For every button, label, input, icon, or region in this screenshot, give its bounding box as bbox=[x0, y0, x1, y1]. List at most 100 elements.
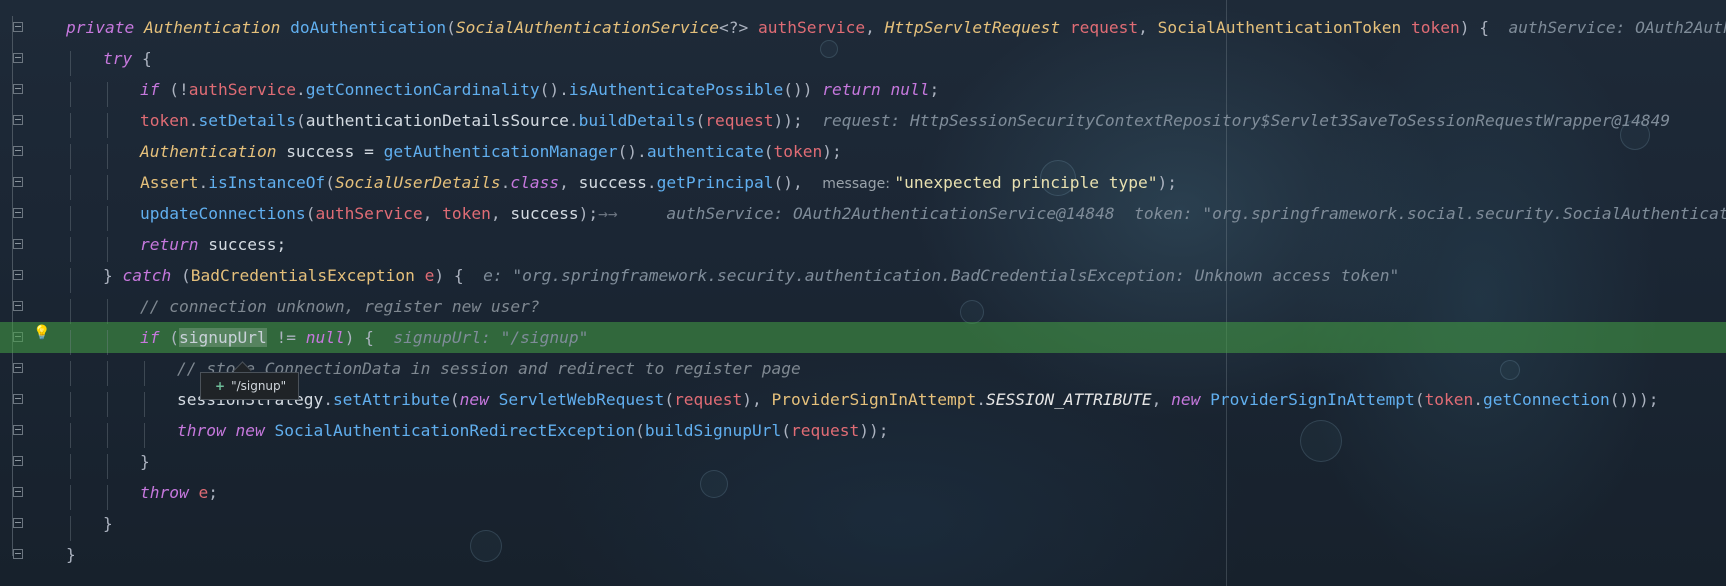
indent-guide bbox=[70, 237, 71, 262]
fold-marker-icon[interactable] bbox=[13, 301, 23, 311]
code-token: { bbox=[141, 49, 152, 68]
fold-marker-icon[interactable] bbox=[13, 394, 23, 404]
code-token: ; bbox=[208, 483, 218, 502]
code-token: isInstanceOf bbox=[208, 173, 326, 192]
indent-guide bbox=[107, 144, 108, 169]
code-token: if bbox=[140, 328, 170, 347]
code-token: authenticate bbox=[646, 142, 764, 161]
fold-marker-icon[interactable] bbox=[13, 53, 23, 63]
code-token: ( bbox=[763, 142, 774, 161]
fold-marker-icon[interactable] bbox=[13, 270, 23, 280]
code-token: ; bbox=[929, 80, 940, 99]
code-token: return bbox=[822, 80, 891, 99]
code-token: success bbox=[578, 173, 647, 192]
indent-guide bbox=[70, 82, 71, 107]
indent-guide bbox=[70, 392, 71, 417]
inline-debug-value: authService: OAuth2AuthenticationService… bbox=[1508, 18, 1726, 37]
code-token: } bbox=[103, 514, 113, 533]
code-token: throw bbox=[140, 483, 199, 502]
indent-guide bbox=[70, 299, 71, 324]
fold-marker-icon[interactable] bbox=[13, 208, 23, 218]
code-token: . bbox=[323, 390, 333, 409]
indent-guide bbox=[144, 361, 145, 386]
code-token: ) { bbox=[434, 266, 484, 285]
indent-guide bbox=[70, 423, 71, 448]
code-token: , bbox=[490, 204, 511, 223]
code-token: ); bbox=[822, 142, 842, 161]
debug-value-tooltip[interactable]: + "/signup" bbox=[200, 372, 300, 400]
code-token: Assert bbox=[140, 173, 199, 192]
fold-marker-icon[interactable] bbox=[13, 177, 23, 187]
code-token: . bbox=[568, 111, 579, 130]
code-token: SESSION_ATTRIBUTE bbox=[985, 390, 1152, 409]
indent-guide bbox=[70, 144, 71, 169]
code-token: try bbox=[103, 49, 142, 68]
code-token: request bbox=[674, 390, 743, 409]
fold-marker-icon[interactable] bbox=[13, 549, 23, 559]
code-token: . bbox=[1473, 390, 1484, 409]
indent-guide bbox=[107, 206, 108, 231]
indent-guide bbox=[70, 516, 71, 541]
code-token: ), bbox=[742, 390, 772, 409]
indent-guide bbox=[107, 237, 108, 262]
editor-gutter[interactable] bbox=[0, 0, 60, 586]
code-token: ( bbox=[695, 111, 706, 130]
code-token: ( bbox=[325, 173, 335, 192]
indent-guide bbox=[70, 175, 71, 200]
code-token: } bbox=[140, 452, 150, 471]
code-token: authService bbox=[315, 204, 423, 223]
fold-marker-icon[interactable] bbox=[13, 518, 23, 528]
indent-guide bbox=[70, 206, 71, 231]
fold-marker-icon[interactable] bbox=[13, 115, 23, 125]
code-token: . bbox=[500, 173, 511, 192]
code-token: setDetails bbox=[198, 111, 296, 130]
fold-marker-icon[interactable] bbox=[13, 487, 23, 497]
indent-guide bbox=[70, 51, 71, 76]
code-token: } bbox=[66, 545, 76, 564]
fold-marker-icon[interactable] bbox=[13, 456, 23, 466]
code-token: ); bbox=[1157, 173, 1178, 192]
code-token: isAuthenticatePossible bbox=[568, 80, 784, 99]
code-token: new bbox=[1171, 390, 1211, 409]
code-token: ( bbox=[169, 328, 179, 347]
code-token: request bbox=[1069, 18, 1139, 37]
code-token: authService bbox=[757, 18, 866, 37]
background-bubble bbox=[1300, 420, 1342, 462]
code-token: throw bbox=[177, 421, 236, 440]
fold-marker-icon[interactable] bbox=[13, 22, 23, 32]
fold-marker-icon[interactable] bbox=[13, 84, 23, 94]
lightbulb-icon[interactable]: 💡 bbox=[33, 326, 50, 340]
code-token: buildSignupUrl bbox=[644, 421, 782, 440]
code-token: Authentication bbox=[143, 18, 291, 37]
indent-guide bbox=[107, 454, 108, 479]
indent-guide bbox=[70, 268, 71, 293]
background-bubble bbox=[470, 530, 502, 562]
code-token: success = bbox=[286, 142, 384, 161]
indent-guide bbox=[70, 454, 71, 479]
indent-guide bbox=[144, 423, 145, 448]
fold-marker-icon[interactable] bbox=[13, 363, 23, 373]
code-token: ()) bbox=[783, 80, 823, 99]
code-token: , bbox=[1151, 390, 1172, 409]
indent-guide bbox=[107, 299, 108, 324]
indent-guide bbox=[70, 485, 71, 510]
code-token: class bbox=[510, 173, 560, 192]
code-token: ( bbox=[305, 204, 316, 223]
code-token: getPrincipal bbox=[656, 173, 774, 192]
code-token: )); bbox=[859, 421, 889, 440]
code-token: e bbox=[198, 483, 209, 502]
code-token: , bbox=[865, 18, 885, 37]
code-token: setAttribute bbox=[332, 390, 450, 409]
fold-marker-icon[interactable] bbox=[13, 239, 23, 249]
indent-guide bbox=[107, 361, 108, 386]
fold-marker-icon[interactable] bbox=[13, 425, 23, 435]
indent-guide bbox=[107, 392, 108, 417]
code-token: message: bbox=[822, 176, 895, 192]
fold-marker-icon[interactable] bbox=[13, 146, 23, 156]
code-line[interactable]: if (signupUrl != null) { signupUrl: "/si… bbox=[0, 322, 1726, 353]
code-editor[interactable]: private Authentication doAuthentication(… bbox=[0, 0, 1726, 586]
indent-guide bbox=[70, 330, 71, 355]
gutter-fold-line bbox=[12, 16, 13, 556]
code-token: token bbox=[1410, 18, 1460, 37]
plus-icon[interactable]: + bbox=[215, 379, 225, 393]
